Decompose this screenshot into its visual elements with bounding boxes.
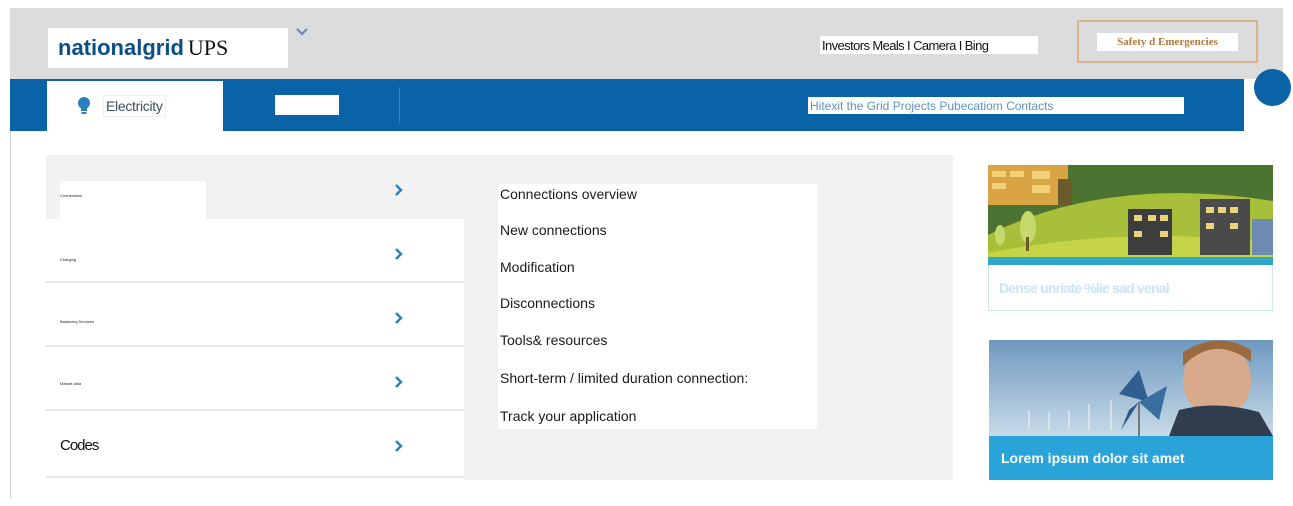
submenu-link[interactable]: Modification [500,259,575,275]
menu-item-label: Connections [60,181,206,219]
top-utility-links[interactable]: Investors Meals I Camera I Bing [820,36,1038,54]
tab-gas[interactable] [275,95,339,115]
submenu-link[interactable]: Disconnections [500,295,595,311]
promo-card[interactable]: Lorem ipsum dolor sit amet [989,340,1273,480]
promo-photo [989,340,1273,436]
menu-item-connections[interactable]: Connections [46,155,464,219]
safety-emergencies-label: Safety d Emergencies [1097,32,1238,51]
chevron-down-icon[interactable] [295,25,309,39]
logo[interactable]: nationalgrid UPS [48,28,288,68]
safety-emergencies-button[interactable]: Safety d Emergencies [1077,20,1258,63]
submenu-link[interactable]: Short-term / limited duration connection… [500,370,748,386]
promo-illustration [988,165,1273,265]
menu-item-charging[interactable]: Charging [46,219,464,283]
submenu-list: Connections overview New connections Mod… [498,184,817,429]
promo-caption: Dense unriate %lie sad venal [988,265,1273,311]
main-nav: Electricity Hitexit the Grid Projects Pu… [10,79,1244,131]
submenu-link[interactable]: Tools& resources [500,332,607,348]
nav-divider [399,87,400,123]
logo-wordmark: nationalgrid [58,35,184,60]
chevron-right-icon [394,247,404,261]
menu-divider [46,476,464,478]
menu-item-market-data[interactable]: Market data [46,347,464,411]
menu-item-label: Charging [60,219,206,283]
promo-card[interactable]: Dense unriate %lie sad venal [988,165,1273,311]
promo-caption: Lorem ipsum dolor sit amet [989,436,1273,480]
submenu-link[interactable]: Connections overview [500,186,637,202]
chevron-right-icon [394,375,404,389]
tab-electricity[interactable]: Electricity [47,81,223,131]
site-header: nationalgrid UPS Investors Meals I Camer… [10,8,1283,79]
submenu-link[interactable]: Track your application [500,408,636,424]
round-action-button[interactable] [1254,69,1291,106]
menu-item-codes[interactable]: Codes [46,411,464,480]
mega-menu-categories: Connections Charging Balancing Services … [46,155,464,480]
chevron-right-icon [394,311,404,325]
chevron-right-icon [394,183,404,197]
page: nationalgrid UPS Investors Meals I Camer… [0,0,1293,506]
logo-suffix: UPS [187,35,229,60]
menu-item-label: Market data [60,347,206,387]
menu-item-label: Codes [60,437,99,454]
menu-item-balancing-services[interactable]: Balancing Services [46,283,464,347]
tab-electricity-label: Electricity [103,95,166,117]
menu-item-label: Balancing Services [60,283,206,347]
submenu-link[interactable]: New connections [500,222,607,238]
chevron-right-icon [394,439,404,453]
lightbulb-icon [77,96,91,116]
nav-links[interactable]: Hitexit the Grid Projects Pubecatiom Con… [808,97,1184,114]
